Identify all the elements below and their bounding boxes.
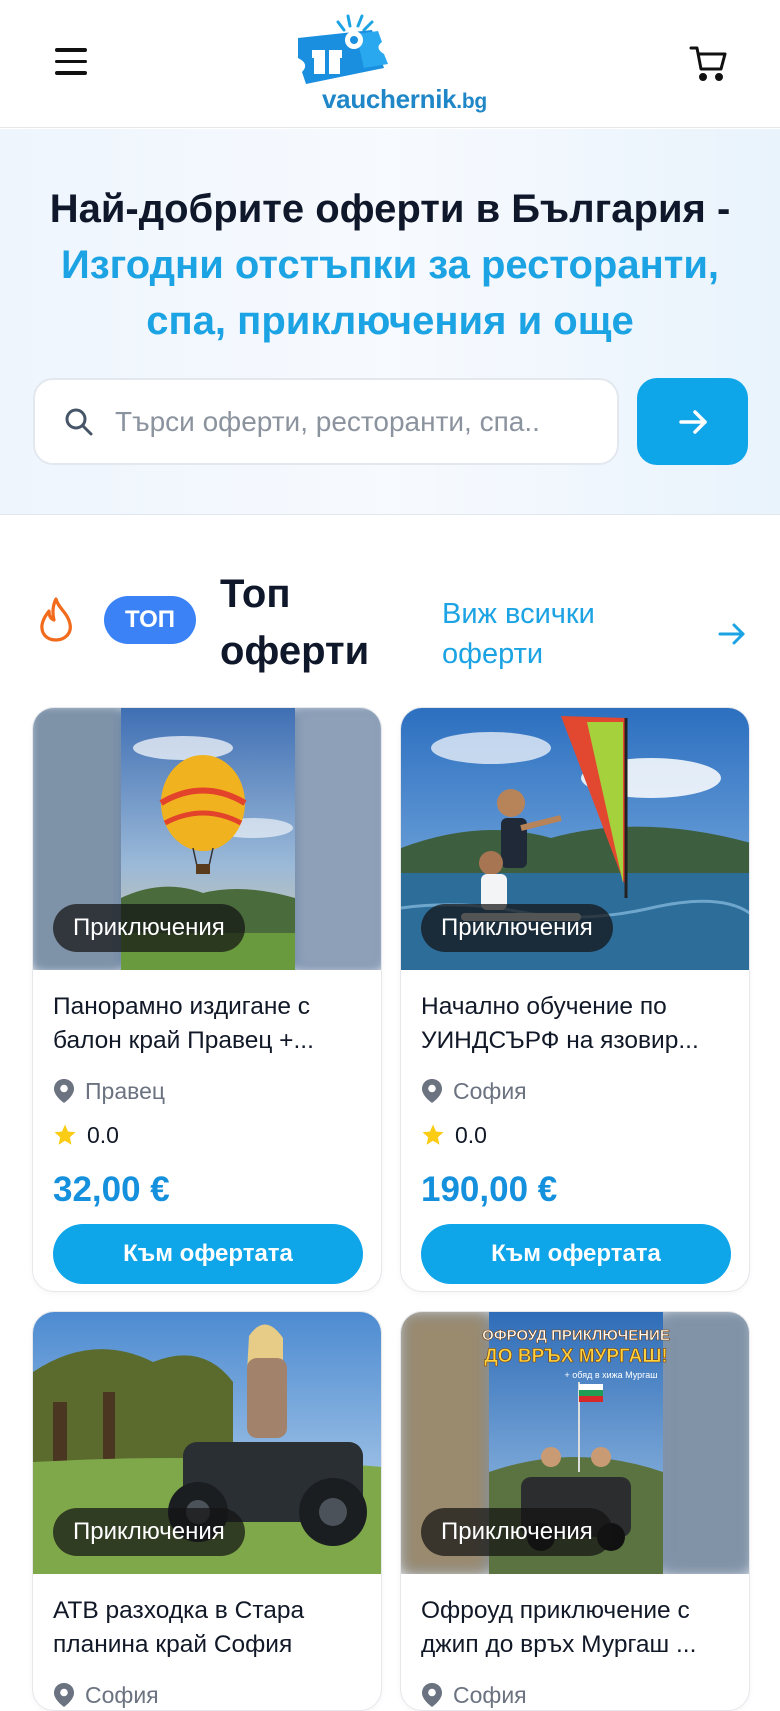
category-badge: Приключения — [53, 1508, 245, 1556]
offer-rating: 0.0 — [421, 1118, 729, 1152]
offer-card[interactable]: Приключения Начално обучение по УИНДСЪРФ… — [400, 707, 750, 1292]
offer-body: АТВ разходка в Стара планина край София … — [33, 1574, 381, 1710]
offer-body: Панорамно издигане с балон край Правец +… — [33, 970, 381, 1284]
offer-location: Правец — [53, 1074, 361, 1108]
arrow-right-icon — [678, 409, 707, 434]
arrow-right-icon[interactable] — [716, 618, 748, 650]
offer-price: 32,00 € — [53, 1170, 170, 1209]
offer-title[interactable]: Офроуд приключение с джип до връх Мургаш… — [421, 1594, 729, 1662]
star-icon — [54, 1124, 76, 1145]
hero-title: Най-добрите оферти в България - Изгодни … — [20, 181, 760, 349]
offer-rating-value: 0.0 — [455, 1121, 487, 1148]
search-submit-button[interactable] — [637, 378, 748, 465]
offer-location-text: Правец — [85, 1077, 166, 1104]
category-badge: Приключения — [53, 904, 245, 952]
category-badge: Приключения — [421, 904, 613, 952]
offer-rating: 0.0 — [53, 1118, 361, 1152]
offer-location: София — [421, 1074, 729, 1108]
search-input[interactable] — [115, 398, 595, 446]
poster-title-line1: ОФРОУД ПРИКЛЮЧЕНИЕ — [482, 1327, 670, 1344]
logo-text: vauchernik.bg — [322, 84, 487, 115]
logo-suffix: .bg — [456, 90, 487, 113]
offer-title[interactable]: Начално обучение по УИНДСЪРФ на язовир..… — [421, 990, 729, 1058]
location-pin-icon — [422, 1683, 442, 1707]
offer-price: 190,00 € — [421, 1170, 558, 1209]
offer-title[interactable]: АТВ разходка в Стара планина край София — [53, 1594, 361, 1662]
hero-title-main: Най-добрите оферти в България - — [49, 187, 731, 231]
offer-card[interactable]: Приключения АТВ разходка в Стара планина… — [32, 1311, 382, 1711]
offer-location: София — [421, 1678, 729, 1710]
poster-subtitle: + обяд в хижа Мургаш — [565, 1370, 658, 1380]
star-icon — [422, 1124, 444, 1145]
gift-ticket-icon — [298, 14, 388, 84]
section-title: Топ оферти — [220, 572, 370, 673]
offer-image[interactable]: ОФРОУД ПРИКЛЮЧЕНИЕ ДО ВРЪХ МУРГАШ! + обя… — [401, 1312, 749, 1574]
offer-image[interactable]: Приключения — [401, 708, 749, 970]
search-box[interactable] — [33, 378, 619, 465]
top-header: vauchernik.bg — [0, 0, 780, 128]
offer-body: Офроуд приключение с джип до връх Мургаш… — [401, 1574, 749, 1710]
view-all-offers-link[interactable]: Виж всички оферти — [442, 594, 652, 674]
offer-body: Начално обучение по УИНДСЪРФ на язовир..… — [401, 970, 749, 1284]
location-pin-icon — [54, 1079, 74, 1103]
offer-rating-value: 0.0 — [87, 1121, 119, 1148]
offer-location: София — [53, 1678, 361, 1710]
offer-location-text: София — [453, 1077, 527, 1104]
menu-icon[interactable] — [55, 48, 89, 78]
cart-icon[interactable] — [688, 43, 728, 83]
hero-title-accent: Изгодни отстъпки за ресторанти, спа, при… — [60, 243, 720, 343]
hero-section: Най-добрите оферти в България - Изгодни … — [0, 129, 780, 515]
offer-location-text: София — [453, 1681, 527, 1708]
offer-card[interactable]: ОФРОУД ПРИКЛЮЧЕНИЕ ДО ВРЪХ МУРГАШ! + обя… — [400, 1311, 750, 1711]
logo-name: vauchernik — [322, 84, 457, 114]
category-badge: Приключения — [421, 1508, 613, 1556]
location-pin-icon — [54, 1683, 74, 1707]
search-icon — [65, 408, 93, 436]
view-offer-button[interactable]: Към офертата — [53, 1224, 363, 1284]
offer-title[interactable]: Панорамно издигане с балон край Правец +… — [53, 990, 361, 1058]
fire-icon — [40, 597, 72, 642]
offer-image[interactable]: Приключения — [33, 1312, 381, 1574]
offer-card[interactable]: Приключения Панорамно издигане с балон к… — [32, 707, 382, 1292]
location-pin-icon — [422, 1079, 442, 1103]
site-logo[interactable]: vauchernik.bg — [292, 10, 492, 118]
view-offer-button[interactable]: Към офертата — [421, 1224, 731, 1284]
top-badge: ТОП — [104, 596, 196, 644]
poster-title-line2: ДО ВРЪХ МУРГАШ! — [484, 1346, 668, 1367]
offer-location-text: София — [85, 1681, 159, 1708]
offer-image[interactable]: Приключения — [33, 708, 381, 970]
top-offers-header: ТОП Топ оферти Виж всички оферти — [0, 560, 780, 680]
